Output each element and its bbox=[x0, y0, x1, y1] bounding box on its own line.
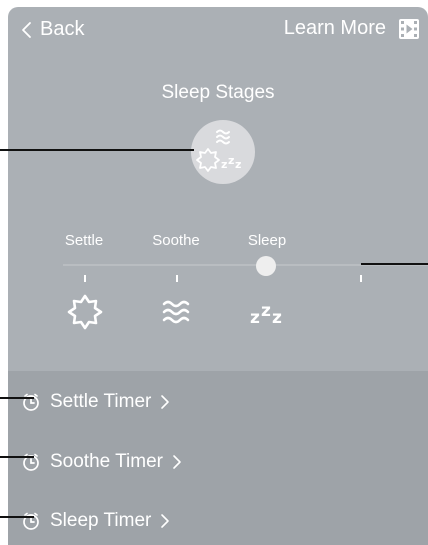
waves-icon[interactable] bbox=[159, 293, 195, 329]
sleep-stages-badge: z z z bbox=[191, 120, 255, 184]
zzz-icon[interactable]: z z z bbox=[248, 293, 288, 329]
timers-panel: Settle Timer Soothe Timer Sleep Timer bbox=[8, 371, 428, 545]
settle-timer-row[interactable]: Settle Timer bbox=[22, 391, 170, 413]
stage-label-settle[interactable]: Settle bbox=[44, 232, 124, 249]
sleep-timer-label: Sleep Timer bbox=[50, 510, 152, 531]
callout-line-settle-timer bbox=[0, 397, 34, 399]
chevron-left-icon bbox=[22, 21, 31, 38]
stage-label-soothe[interactable]: Soothe bbox=[136, 232, 216, 249]
video-icon bbox=[399, 18, 419, 39]
stage-tick-soothe bbox=[176, 275, 178, 282]
clock-icon bbox=[23, 393, 39, 411]
settle-timer-label: Settle Timer bbox=[50, 391, 152, 412]
stage-label-sleep[interactable]: Sleep bbox=[227, 232, 307, 249]
sleep-timer-row[interactable]: Sleep Timer bbox=[22, 510, 170, 532]
soothe-timer-row[interactable]: Soothe Timer bbox=[22, 451, 182, 473]
chevron-right-icon bbox=[173, 455, 181, 469]
learn-more-button[interactable]: Learn More bbox=[284, 17, 420, 40]
stage-tick-end bbox=[360, 275, 362, 282]
top-bar: Back Learn More bbox=[8, 7, 428, 55]
svg-text:z: z bbox=[261, 301, 271, 321]
svg-text:z: z bbox=[221, 158, 227, 171]
stage-tick-settle bbox=[84, 275, 86, 282]
svg-text:z: z bbox=[272, 308, 282, 328]
chevron-right-icon bbox=[161, 514, 170, 528]
callout-line-slider bbox=[361, 263, 428, 265]
callout-line-soothe-timer bbox=[0, 456, 34, 458]
svg-text:z: z bbox=[235, 158, 241, 171]
soothe-timer-label: Soothe Timer bbox=[50, 451, 163, 472]
learn-more-label: Learn More bbox=[283, 17, 386, 39]
app-screen: Back Learn More Sleep Stages z z z Settl… bbox=[8, 7, 428, 545]
svg-text:z: z bbox=[250, 308, 260, 328]
sun-icon[interactable] bbox=[66, 293, 104, 331]
stage-slider-handle[interactable] bbox=[256, 256, 276, 276]
sleep-stages-icon: z z z bbox=[196, 129, 241, 172]
clock-icon bbox=[23, 512, 39, 530]
svg-text:z: z bbox=[228, 154, 234, 167]
sleep-stages-title: Sleep Stages bbox=[161, 82, 275, 103]
chevron-right-icon bbox=[161, 395, 170, 409]
callout-line-badge bbox=[0, 149, 194, 151]
back-label: Back bbox=[40, 18, 85, 40]
back-button[interactable]: Back bbox=[18, 18, 84, 41]
callout-line-sleep-timer bbox=[0, 516, 34, 518]
